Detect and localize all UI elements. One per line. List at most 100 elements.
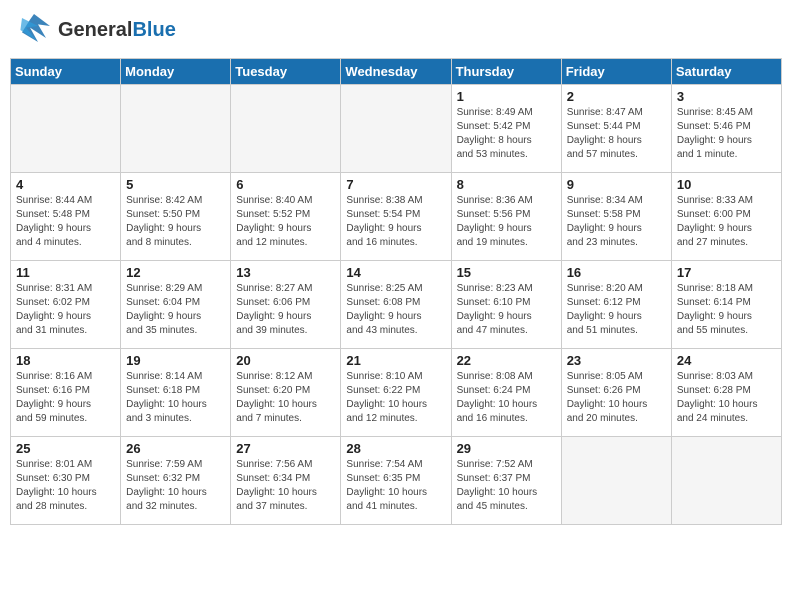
calendar-cell: 23 Sunrise: 8:05 AM Sunset: 6:26 PM Dayli… xyxy=(561,349,671,437)
calendar-cell: 18 Sunrise: 8:16 AM Sunset: 6:16 PM Dayli… xyxy=(11,349,121,437)
day-info: Sunrise: 8:23 AM Sunset: 6:10 PM Dayligh… xyxy=(457,282,556,338)
day-info: Sunrise: 8:05 AM Sunset: 6:26 PM Dayligh… xyxy=(567,370,666,426)
day-info: Sunrise: 8:38 AM Sunset: 5:54 PM Dayligh… xyxy=(346,194,445,250)
week-row-1: 1 Sunrise: 8:49 AM Sunset: 5:42 PM Daylig… xyxy=(11,85,782,173)
calendar-cell: 9 Sunrise: 8:34 AM Sunset: 5:58 PM Daylig… xyxy=(561,173,671,261)
calendar-cell: 7Sunrise: 8:38 AM Sunset: 5:54 PM Daylig… xyxy=(341,173,451,261)
calendar-cell xyxy=(121,85,231,173)
week-row-4: 18 Sunrise: 8:16 AM Sunset: 6:16 PM Dayli… xyxy=(11,349,782,437)
day-info: Sunrise: 8:20 AM Sunset: 6:12 PM Dayligh… xyxy=(567,282,666,338)
day-info: Sunrise: 8:36 AM Sunset: 5:56 PM Dayligh… xyxy=(457,194,556,250)
calendar-cell: 14 Sunrise: 8:25 AM Sunset: 6:08 PM Dayli… xyxy=(341,261,451,349)
day-info: Sunrise: 7:59 AM Sunset: 6:32 PM Dayligh… xyxy=(126,458,225,514)
calendar-cell xyxy=(341,85,451,173)
day-number: 1 xyxy=(457,89,556,104)
day-number: 16 xyxy=(567,265,666,280)
day-number: 13 xyxy=(236,265,335,280)
logo: GeneralBlue xyxy=(14,10,176,50)
day-number: 8 xyxy=(457,177,556,192)
calendar-cell: 21 Sunrise: 8:10 AM Sunset: 6:22 PM Dayli… xyxy=(341,349,451,437)
day-info: Sunrise: 8:49 AM Sunset: 5:42 PM Dayligh… xyxy=(457,106,556,162)
day-info: Sunrise: 8:40 AM Sunset: 5:52 PM Dayligh… xyxy=(236,194,335,250)
calendar-cell: 4 Sunrise: 8:44 AM Sunset: 5:48 PM Daylig… xyxy=(11,173,121,261)
day-info: Sunrise: 7:54 AM Sunset: 6:35 PM Dayligh… xyxy=(346,458,445,514)
day-number: 24 xyxy=(677,353,776,368)
day-info: Sunrise: 8:03 AM Sunset: 6:28 PM Dayligh… xyxy=(677,370,776,426)
calendar-cell: 11 Sunrise: 8:31 AM Sunset: 6:02 PM Dayli… xyxy=(11,261,121,349)
day-info: Sunrise: 8:14 AM Sunset: 6:18 PM Dayligh… xyxy=(126,370,225,426)
day-info: Sunrise: 8:47 AM Sunset: 5:44 PM Dayligh… xyxy=(567,106,666,162)
calendar-cell: 28 Sunrise: 7:54 AM Sunset: 6:35 PM Dayli… xyxy=(341,437,451,525)
week-row-3: 11 Sunrise: 8:31 AM Sunset: 6:02 PM Dayli… xyxy=(11,261,782,349)
calendar-cell: 17Sunrise: 8:18 AM Sunset: 6:14 PM Dayli… xyxy=(671,261,781,349)
calendar-header-row: SundayMondayTuesdayWednesdayThursdayFrid… xyxy=(11,59,782,85)
calendar-cell: 15Sunrise: 8:23 AM Sunset: 6:10 PM Dayli… xyxy=(451,261,561,349)
day-number: 27 xyxy=(236,441,335,456)
day-info: Sunrise: 8:34 AM Sunset: 5:58 PM Dayligh… xyxy=(567,194,666,250)
col-header-thursday: Thursday xyxy=(451,59,561,85)
day-number: 6 xyxy=(236,177,335,192)
day-info: Sunrise: 8:27 AM Sunset: 6:06 PM Dayligh… xyxy=(236,282,335,338)
calendar-cell: 25 Sunrise: 8:01 AM Sunset: 6:30 PM Dayli… xyxy=(11,437,121,525)
logo-bird-icon xyxy=(14,10,54,50)
day-number: 21 xyxy=(346,353,445,368)
day-number: 18 xyxy=(16,353,115,368)
page-header: GeneralBlue xyxy=(10,10,782,50)
calendar-cell: 16 Sunrise: 8:20 AM Sunset: 6:12 PM Dayli… xyxy=(561,261,671,349)
day-info: Sunrise: 7:56 AM Sunset: 6:34 PM Dayligh… xyxy=(236,458,335,514)
day-number: 11 xyxy=(16,265,115,280)
calendar-cell xyxy=(671,437,781,525)
week-row-2: 4 Sunrise: 8:44 AM Sunset: 5:48 PM Daylig… xyxy=(11,173,782,261)
day-info: Sunrise: 8:10 AM Sunset: 6:22 PM Dayligh… xyxy=(346,370,445,426)
week-row-5: 25 Sunrise: 8:01 AM Sunset: 6:30 PM Dayli… xyxy=(11,437,782,525)
col-header-sunday: Sunday xyxy=(11,59,121,85)
day-info: Sunrise: 8:12 AM Sunset: 6:20 PM Dayligh… xyxy=(236,370,335,426)
calendar-cell: 6 Sunrise: 8:40 AM Sunset: 5:52 PM Daylig… xyxy=(231,173,341,261)
calendar-cell: 3Sunrise: 8:45 AM Sunset: 5:46 PM Daylig… xyxy=(671,85,781,173)
col-header-saturday: Saturday xyxy=(671,59,781,85)
day-info: Sunrise: 8:31 AM Sunset: 6:02 PM Dayligh… xyxy=(16,282,115,338)
calendar-cell: 26Sunrise: 7:59 AM Sunset: 6:32 PM Dayli… xyxy=(121,437,231,525)
calendar-cell: 24 Sunrise: 8:03 AM Sunset: 6:28 PM Dayli… xyxy=(671,349,781,437)
day-info: Sunrise: 8:25 AM Sunset: 6:08 PM Dayligh… xyxy=(346,282,445,338)
day-number: 9 xyxy=(567,177,666,192)
calendar-cell: 8 Sunrise: 8:36 AM Sunset: 5:56 PM Daylig… xyxy=(451,173,561,261)
calendar-cell: 29 Sunrise: 7:52 AM Sunset: 6:37 PM Dayli… xyxy=(451,437,561,525)
calendar-cell: 2 Sunrise: 8:47 AM Sunset: 5:44 PM Daylig… xyxy=(561,85,671,173)
calendar-cell: 5 Sunrise: 8:42 AM Sunset: 5:50 PM Daylig… xyxy=(121,173,231,261)
day-number: 23 xyxy=(567,353,666,368)
calendar-table: SundayMondayTuesdayWednesdayThursdayFrid… xyxy=(10,58,782,525)
calendar-cell: 22Sunrise: 8:08 AM Sunset: 6:24 PM Dayli… xyxy=(451,349,561,437)
day-info: Sunrise: 8:42 AM Sunset: 5:50 PM Dayligh… xyxy=(126,194,225,250)
day-info: Sunrise: 8:29 AM Sunset: 6:04 PM Dayligh… xyxy=(126,282,225,338)
calendar-cell: 19 Sunrise: 8:14 AM Sunset: 6:18 PM Dayli… xyxy=(121,349,231,437)
day-number: 22 xyxy=(457,353,556,368)
day-number: 25 xyxy=(16,441,115,456)
day-info: Sunrise: 7:52 AM Sunset: 6:37 PM Dayligh… xyxy=(457,458,556,514)
col-header-wednesday: Wednesday xyxy=(341,59,451,85)
calendar-cell xyxy=(11,85,121,173)
day-info: Sunrise: 8:18 AM Sunset: 6:14 PM Dayligh… xyxy=(677,282,776,338)
day-number: 5 xyxy=(126,177,225,192)
day-number: 12 xyxy=(126,265,225,280)
day-number: 19 xyxy=(126,353,225,368)
day-number: 14 xyxy=(346,265,445,280)
calendar-cell: 12 Sunrise: 8:29 AM Sunset: 6:04 PM Dayli… xyxy=(121,261,231,349)
day-number: 4 xyxy=(16,177,115,192)
day-number: 20 xyxy=(236,353,335,368)
day-number: 28 xyxy=(346,441,445,456)
day-number: 29 xyxy=(457,441,556,456)
day-number: 2 xyxy=(567,89,666,104)
day-info: Sunrise: 8:33 AM Sunset: 6:00 PM Dayligh… xyxy=(677,194,776,250)
day-number: 10 xyxy=(677,177,776,192)
day-info: Sunrise: 8:16 AM Sunset: 6:16 PM Dayligh… xyxy=(16,370,115,426)
col-header-friday: Friday xyxy=(561,59,671,85)
day-info: Sunrise: 8:45 AM Sunset: 5:46 PM Dayligh… xyxy=(677,106,776,162)
col-header-monday: Monday xyxy=(121,59,231,85)
calendar-cell: 27 Sunrise: 7:56 AM Sunset: 6:34 PM Dayli… xyxy=(231,437,341,525)
logo-text: GeneralBlue xyxy=(58,19,176,42)
day-info: Sunrise: 8:01 AM Sunset: 6:30 PM Dayligh… xyxy=(16,458,115,514)
calendar-cell: 20 Sunrise: 8:12 AM Sunset: 6:20 PM Dayli… xyxy=(231,349,341,437)
calendar-cell: 10 Sunrise: 8:33 AM Sunset: 6:00 PM Dayli… xyxy=(671,173,781,261)
day-info: Sunrise: 8:44 AM Sunset: 5:48 PM Dayligh… xyxy=(16,194,115,250)
